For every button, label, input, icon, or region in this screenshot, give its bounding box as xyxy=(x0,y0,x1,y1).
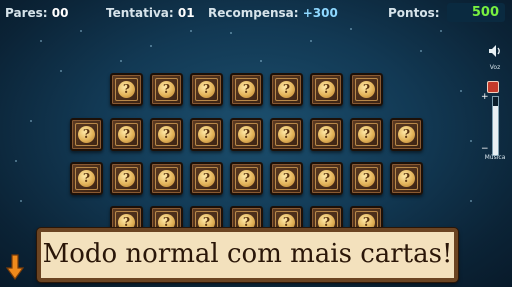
memory-card[interactable]: ? xyxy=(230,162,263,195)
speaker-icon[interactable] xyxy=(488,44,502,58)
down-arrow-icon[interactable] xyxy=(6,254,24,280)
memory-card[interactable]: ? xyxy=(390,162,423,195)
memory-card[interactable]: ? xyxy=(70,162,103,195)
question-mark-icon: ? xyxy=(78,126,95,143)
question-mark-icon: ? xyxy=(398,126,415,143)
memory-card[interactable]: ? xyxy=(150,73,183,106)
reward-value: +300 xyxy=(302,6,338,20)
attempt-counter: Tentativa: 01 xyxy=(106,6,195,20)
pairs-label: Pares: xyxy=(5,6,48,20)
star xyxy=(310,40,312,42)
question-mark-icon: ? xyxy=(358,81,375,98)
question-mark-icon: ? xyxy=(118,81,135,98)
star xyxy=(440,30,442,32)
memory-card[interactable]: ? xyxy=(190,73,223,106)
star xyxy=(260,60,262,62)
attempt-value: 01 xyxy=(177,6,195,20)
attempt-label: Tentativa: xyxy=(106,6,174,20)
star xyxy=(150,45,152,47)
star xyxy=(15,160,17,162)
music-label: Música xyxy=(484,154,506,161)
memory-card[interactable]: ? xyxy=(150,162,183,195)
star xyxy=(470,140,472,142)
volume-plus-icon: + xyxy=(481,92,489,102)
memory-card[interactable]: ? xyxy=(270,162,303,195)
star xyxy=(190,30,192,32)
music-volume-fill xyxy=(493,105,498,155)
memory-card[interactable]: ? xyxy=(270,73,303,106)
memory-card[interactable]: ? xyxy=(150,118,183,151)
question-mark-icon: ? xyxy=(158,126,175,143)
memory-card[interactable]: ? xyxy=(190,118,223,151)
memory-card[interactable]: ? xyxy=(390,118,423,151)
star xyxy=(80,30,82,32)
question-mark-icon: ? xyxy=(358,170,375,187)
question-mark-icon: ? xyxy=(318,126,335,143)
question-mark-icon: ? xyxy=(318,170,335,187)
question-mark-icon: ? xyxy=(118,170,135,187)
memory-card[interactable]: ? xyxy=(350,118,383,151)
memory-card[interactable]: ? xyxy=(110,118,143,151)
question-mark-icon: ? xyxy=(118,126,135,143)
memory-card[interactable]: ? xyxy=(270,118,303,151)
mode-banner: Modo normal com mais cartas! xyxy=(37,228,458,282)
star xyxy=(60,70,62,72)
question-mark-icon: ? xyxy=(198,81,215,98)
memory-card[interactable]: ? xyxy=(110,162,143,195)
memory-card[interactable]: ? xyxy=(70,118,103,151)
memory-card[interactable]: ? xyxy=(310,73,343,106)
memory-card[interactable]: ? xyxy=(230,73,263,106)
memory-card[interactable]: ? xyxy=(350,162,383,195)
points-label: Pontos: xyxy=(388,6,440,20)
star xyxy=(460,90,462,92)
volume-minus-icon: − xyxy=(481,144,489,154)
music-volume-slider[interactable] xyxy=(492,96,499,156)
question-mark-icon: ? xyxy=(278,170,295,187)
question-mark-icon: ? xyxy=(198,170,215,187)
question-mark-icon: ? xyxy=(238,170,255,187)
star xyxy=(40,40,42,42)
memory-card[interactable]: ? xyxy=(110,73,143,106)
question-mark-icon: ? xyxy=(238,126,255,143)
memory-card[interactable]: ? xyxy=(190,162,223,195)
memory-card[interactable]: ? xyxy=(230,118,263,151)
question-mark-icon: ? xyxy=(158,170,175,187)
audio-controls: Voz + − Música xyxy=(480,44,510,174)
reward-counter: Recompensa: +300 xyxy=(208,6,338,20)
memory-card[interactable]: ? xyxy=(310,162,343,195)
star xyxy=(120,60,122,62)
question-mark-icon: ? xyxy=(238,81,255,98)
question-mark-icon: ? xyxy=(358,126,375,143)
question-mark-icon: ? xyxy=(78,170,95,187)
star xyxy=(470,200,472,202)
points-value: 500 xyxy=(447,3,505,22)
pairs-value: 00 xyxy=(51,6,69,20)
star xyxy=(350,28,352,30)
voice-label: Voz xyxy=(489,64,501,71)
star xyxy=(420,50,422,52)
music-icon xyxy=(487,81,499,93)
star xyxy=(30,120,32,122)
star xyxy=(230,32,232,34)
question-mark-icon: ? xyxy=(278,81,295,98)
question-mark-icon: ? xyxy=(158,81,175,98)
question-mark-icon: ? xyxy=(398,170,415,187)
star xyxy=(20,200,22,202)
memory-card[interactable]: ? xyxy=(310,118,343,151)
memory-card[interactable]: ? xyxy=(350,73,383,106)
question-mark-icon: ? xyxy=(318,81,335,98)
question-mark-icon: ? xyxy=(198,126,215,143)
pairs-counter: Pares: 00 xyxy=(5,6,68,20)
reward-label: Recompensa: xyxy=(208,6,299,20)
question-mark-icon: ? xyxy=(278,126,295,143)
